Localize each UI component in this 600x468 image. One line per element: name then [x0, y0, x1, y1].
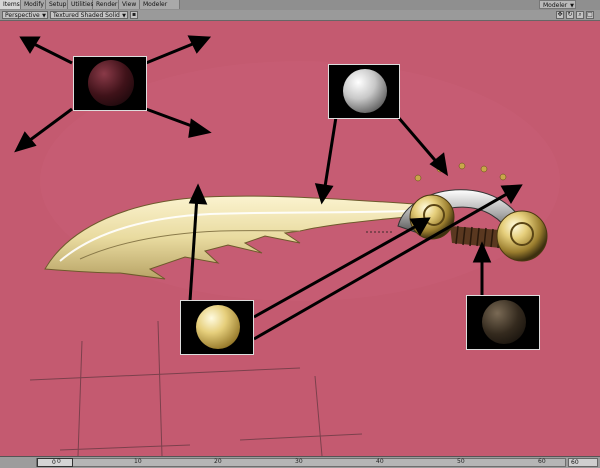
timeline-bar: 0 0 10 20 30 40 50 60 60 [0, 456, 600, 468]
view-mode-dropdown[interactable]: Perspective ▼ [2, 11, 48, 19]
move-view-icon[interactable]: ✥ [556, 11, 564, 19]
view-mode-label: Perspective [5, 12, 40, 19]
timeline-tick: 0 [57, 458, 61, 465]
viewport-toolbar: Perspective ▼ Textured Shaded Solid ▼ ▪ … [0, 10, 600, 21]
chevron-down-icon: ▼ [122, 13, 126, 19]
modeler-button-label: Modeler [543, 2, 568, 9]
timeline-tick: 60 [538, 458, 546, 465]
dark-red-material-sphere [88, 60, 134, 106]
timeline-tick: 30 [295, 458, 303, 465]
dark-brown-material-sphere [482, 300, 526, 344]
tab-view[interactable]: View [119, 0, 140, 9]
maximize-view-icon[interactable]: □ [586, 11, 594, 19]
pommel-gold-knob [496, 210, 548, 262]
timeline-tick: 20 [214, 458, 222, 465]
rotate-view-icon[interactable]: ↻ [566, 11, 574, 19]
viewport-options-icon[interactable]: ▪ [130, 11, 138, 19]
zoom-view-icon[interactable]: ⌕ [576, 11, 584, 19]
material-swatch-dark-brown [466, 295, 540, 350]
chrome-material-sphere [343, 69, 387, 113]
shading-mode-dropdown[interactable]: Textured Shaded Solid ▼ [50, 11, 128, 19]
chevron-down-icon: ▼ [42, 13, 46, 19]
lightwave-layout-window: Items Modify Setup Utilities Render View… [0, 0, 600, 468]
tab-utilities[interactable]: Utilities [68, 0, 94, 9]
tab-render[interactable]: Render [93, 0, 119, 9]
timeline-scrubber[interactable]: 0 [37, 458, 73, 467]
gold-material-sphere [196, 305, 240, 349]
tab-modify[interactable]: Modify [21, 0, 46, 9]
material-swatch-gold [180, 300, 254, 355]
timeline-tick: 40 [376, 458, 384, 465]
modeler-button[interactable]: Modeler ▼ [539, 0, 576, 9]
material-swatch-dark-red [73, 56, 147, 111]
material-swatch-chrome [328, 64, 400, 119]
timeline-tick: 50 [457, 458, 465, 465]
tab-setup[interactable]: Setup [46, 0, 68, 9]
current-frame-label: 0 [52, 459, 56, 466]
shading-mode-label: Textured Shaded Solid [53, 12, 120, 19]
guard-gold-knob [409, 194, 455, 240]
end-frame-field[interactable]: 60 [568, 458, 598, 467]
end-frame-value: 60 [571, 459, 579, 466]
perspective-viewport[interactable] [0, 21, 600, 456]
tab-items[interactable]: Items [0, 0, 21, 9]
tab-modeler-tools[interactable]: Modeler Tools [140, 0, 180, 17]
timeline-tick: 10 [134, 458, 142, 465]
